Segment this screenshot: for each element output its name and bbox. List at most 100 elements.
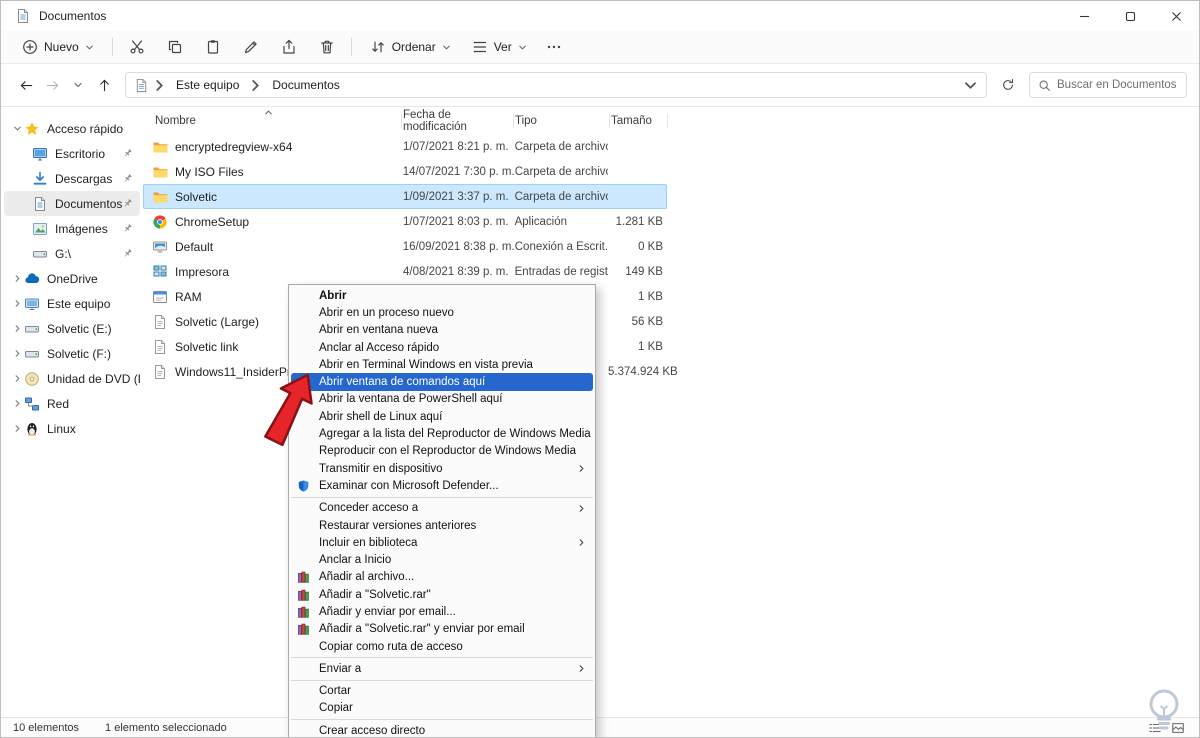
more-options-button[interactable]: [539, 34, 569, 60]
chevron-right-icon[interactable]: [10, 424, 24, 433]
chevron-right-icon[interactable]: [10, 399, 24, 408]
menu-item-copiar-como-ruta-de-acceso[interactable]: Copiar como ruta de acceso: [289, 638, 595, 655]
sidebar-item-linux[interactable]: Linux: [4, 416, 140, 441]
menu-item-incluir-en-biblioteca[interactable]: Incluir en biblioteca: [289, 534, 595, 551]
forward-button[interactable]: [39, 72, 65, 98]
file-row-encryptedregview-x64[interactable]: encryptedregview-x64 1/07/2021 8:21 p. m.…: [143, 134, 667, 159]
menu-item-cortar[interactable]: Cortar: [289, 683, 595, 700]
menu-item-crear-acceso-directo[interactable]: Crear acceso directo: [289, 722, 595, 737]
menu-item-abrir-en-terminal-windows-en-vista-previa[interactable]: Abrir en Terminal Windows en vista previ…: [289, 356, 595, 373]
forward-arrow-icon: [45, 78, 60, 93]
chevron-right-icon[interactable]: [10, 349, 24, 358]
paste-button[interactable]: [198, 34, 228, 60]
breadcrumb[interactable]: Este equipo Documentos: [125, 72, 987, 98]
view-thumbnails-icon[interactable]: [1169, 720, 1187, 736]
sidebar-item-solvetic-e[interactable]: Solvetic (E:): [4, 316, 140, 341]
sort-button[interactable]: Ordenar: [361, 35, 460, 59]
command-toolbar: Nuevo Ordenar Ver: [1, 31, 1199, 64]
view-details-icon[interactable]: [1146, 720, 1164, 736]
menu-item-abrir-ventana-de-comandos-aquí[interactable]: Abrir ventana de comandos aquí: [291, 373, 593, 391]
cut-button[interactable]: [122, 34, 152, 60]
chevron-right-icon[interactable]: [10, 324, 24, 333]
menu-item-anclar-al-acceso-rápido[interactable]: Anclar al Acceso rápido: [289, 339, 595, 356]
refresh-button[interactable]: [995, 72, 1021, 98]
chevron-right-icon: [248, 78, 263, 93]
rename-button[interactable]: [236, 34, 266, 60]
app-window-icon: [152, 289, 168, 305]
sidebar-item-label: G:\: [55, 246, 72, 261]
file-row-chromesetup[interactable]: ChromeSetup 1/07/2021 8:03 p. m. Aplicació…: [143, 209, 667, 234]
share-button[interactable]: [274, 34, 304, 60]
menu-item-label: Copiar: [319, 702, 353, 715]
search-input[interactable]: [1057, 79, 1178, 91]
sidebar-item-este-equipo[interactable]: Este equipo: [4, 291, 140, 316]
status-item-count: 10 elementos: [13, 721, 80, 734]
chevron-down-icon: [85, 43, 94, 52]
sidebar-item-imágenes[interactable]: Imágenes: [4, 216, 140, 241]
chevron-right-icon[interactable]: [10, 274, 24, 283]
window-tab[interactable]: Documentos: [1, 1, 120, 31]
chevron-down-icon[interactable]: [10, 124, 24, 133]
chevron-right-icon[interactable]: [10, 374, 24, 383]
chevron-right-icon[interactable]: [10, 299, 24, 308]
sidebar-item-label: Acceso rápido: [47, 121, 124, 136]
breadcrumb-item-documentos[interactable]: Documentos: [266, 76, 345, 94]
menu-item-restaurar-versiones-anteriores[interactable]: Restaurar versiones anteriores: [289, 517, 595, 534]
menu-item-transmitir-en-dispositivo[interactable]: Transmitir en dispositivo: [289, 460, 595, 477]
breadcrumb-item-este-equipo[interactable]: Este equipo: [170, 76, 245, 94]
delete-button[interactable]: [312, 34, 342, 60]
file-row-impresora[interactable]: Impresora 4/08/2021 8:39 p. m. Entradas de…: [143, 259, 667, 284]
sidebar-item-acceso-rápido[interactable]: Acceso rápido: [4, 116, 140, 141]
sidebar-item-documentos[interactable]: Documentos: [4, 191, 140, 216]
close-button[interactable]: [1153, 1, 1199, 31]
back-button[interactable]: [13, 72, 39, 98]
menu-item-añadir-a-solvetic-rar-y-enviar-por-email[interactable]: Añadir a "Solvetic.rar" y enviar por ema…: [289, 621, 595, 638]
menu-item-label: Añadir al archivo...: [319, 571, 415, 584]
menu-item-examinar-con-microsoft-defender[interactable]: Examinar con Microsoft Defender...: [289, 477, 595, 494]
file-row-default[interactable]: Default 16/09/2021 8:38 p. m. Conexión a E…: [143, 234, 667, 259]
column-header-size[interactable]: Tamaño: [609, 108, 668, 134]
file-name: Default: [175, 239, 214, 254]
column-header-date[interactable]: Fecha de modificación: [401, 108, 513, 134]
menu-item-añadir-al-archivo[interactable]: Añadir al archivo...: [289, 569, 595, 586]
address-dropdown-icon[interactable]: [963, 78, 978, 93]
sidebar-item-descargas[interactable]: Descargas: [4, 166, 140, 191]
file-size: 5.374.924 KB: [608, 365, 678, 378]
sidebar-item-onedrive[interactable]: OneDrive: [4, 266, 140, 291]
view-toggle-buttons: [1146, 720, 1187, 736]
sidebar-item-unidad-de-dvd-d[interactable]: Unidad de DVD (D:): [4, 366, 140, 391]
sidebar-item-escritorio[interactable]: Escritorio: [4, 141, 140, 166]
menu-item-agregar-a-la-lista-del-reproductor-de-windows-media[interactable]: Agregar a la lista del Reproductor de Wi…: [289, 425, 595, 442]
file-row-solvetic[interactable]: Solvetic 1/09/2021 3:37 p. m. Carpeta de a…: [143, 184, 667, 209]
maximize-button[interactable]: [1107, 1, 1153, 31]
menu-item-abrir-en-ventana-nueva[interactable]: Abrir en ventana nueva: [289, 322, 595, 339]
sidebar-item-solvetic-f[interactable]: Solvetic (F:): [4, 341, 140, 366]
menu-item-añadir-y-enviar-por-email[interactable]: Añadir y enviar por email...: [289, 603, 595, 620]
view-button[interactable]: Ver: [463, 35, 536, 59]
file-row-my-iso-files[interactable]: My ISO Files 14/07/2021 7:30 p. m. Carpeta…: [143, 159, 667, 184]
sidebar-item-red[interactable]: Red: [4, 391, 140, 416]
menu-item-abrir-shell-de-linux-aquí[interactable]: Abrir shell de Linux aquí: [289, 408, 595, 425]
menu-item-copiar[interactable]: Copiar: [289, 700, 595, 717]
menu-item-reproducir-con-el-reproductor-de-windows-media[interactable]: Reproducir con el Reproductor de Windows…: [289, 443, 595, 460]
copy-button[interactable]: [160, 34, 190, 60]
sidebar-item-g[interactable]: G:\: [4, 241, 140, 266]
minimize-button[interactable]: [1061, 1, 1107, 31]
file-name-cell: Solvetic: [144, 189, 401, 205]
file-date: 1/07/2021 8:21 p. m.: [403, 140, 509, 153]
column-header-type[interactable]: Tipo: [513, 108, 609, 134]
new-button[interactable]: Nuevo: [13, 35, 103, 59]
menu-item-abrir-en-un-proceso-nuevo[interactable]: Abrir en un proceso nuevo: [289, 304, 595, 321]
up-button[interactable]: [91, 72, 117, 98]
recent-locations-button[interactable]: [65, 72, 91, 98]
menu-item-anclar-a-inicio[interactable]: Anclar a Inicio: [289, 551, 595, 568]
menu-item-abrir-la-ventana-de-powershell-aquí[interactable]: Abrir la ventana de PowerShell aquí: [289, 391, 595, 408]
toolbar-divider: [350, 38, 352, 56]
file-name: RAM: [175, 289, 202, 304]
menu-item-enviar-a[interactable]: Enviar a: [289, 660, 595, 677]
rdp-icon: [152, 239, 168, 255]
menu-item-abrir[interactable]: Abrir: [289, 287, 595, 304]
file-name: Solvetic link: [175, 339, 239, 354]
menu-item-conceder-acceso-a[interactable]: Conceder acceso a: [289, 500, 595, 517]
menu-item-añadir-a-solvetic-rar[interactable]: Añadir a "Solvetic.rar": [289, 586, 595, 603]
